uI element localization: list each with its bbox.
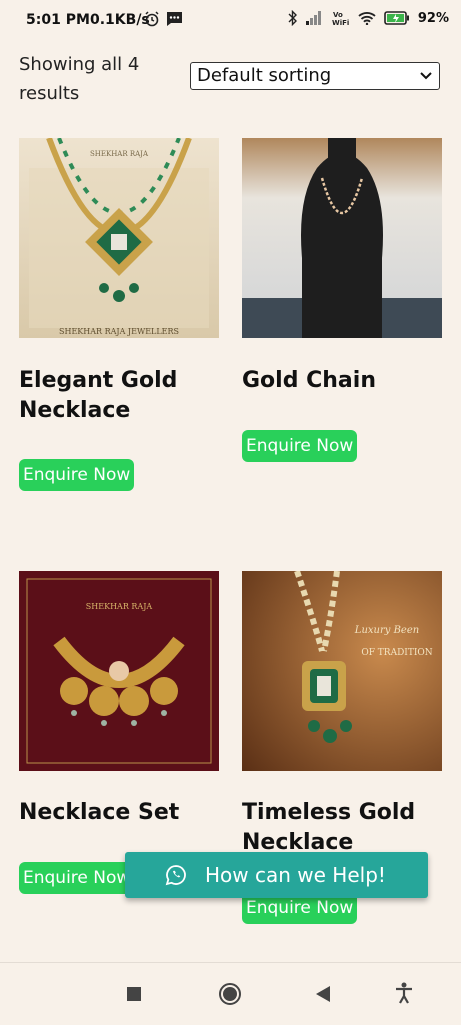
- image-caption: OF TRADITION: [361, 648, 432, 658]
- enquire-now-button[interactable]: Enquire Now: [242, 430, 358, 462]
- whatsapp-icon: [165, 865, 186, 886]
- battery-icon: [384, 11, 409, 25]
- whatsapp-label: How can we Help!: [205, 863, 386, 887]
- signal-icon: [305, 11, 321, 25]
- product-title[interactable]: Elegant Gold Necklace: [19, 366, 219, 426]
- product-image-timeless-gold-necklace[interactable]: Luxury Been OF TRADITION: [242, 571, 442, 771]
- product-title[interactable]: Gold Chain: [242, 366, 442, 396]
- svg-text:WiFi: WiFi: [332, 19, 349, 26]
- product-image-elegant-gold-necklace[interactable]: SHEKHAR RAJA SHEKHAR RAJA JEWELLERS: [19, 138, 219, 338]
- bluetooth-icon: [288, 10, 297, 26]
- enquire-now-button[interactable]: Enquire Now: [19, 862, 135, 894]
- svg-text:Vo: Vo: [333, 11, 343, 19]
- alarm-icon: [145, 11, 159, 27]
- sort-selected-value: Default sorting: [197, 65, 332, 86]
- image-script-text: Luxury Been: [354, 625, 419, 636]
- product-title[interactable]: Timeless Gold Necklace: [242, 798, 442, 858]
- product-image-necklace-set[interactable]: SHEKHAR RAJA: [19, 571, 219, 771]
- battery-level: 92: [417, 10, 436, 26]
- wifi-icon: [358, 12, 376, 25]
- brand-text: SHEKHAR RAJA: [90, 150, 149, 158]
- status-network-speed: 0.1KB/s: [90, 12, 150, 28]
- image-caption: SHEKHAR RAJA JEWELLERS: [59, 327, 179, 336]
- whatsapp-help-button[interactable]: How can we Help!: [125, 852, 428, 898]
- recents-square-icon[interactable]: [126, 986, 142, 1002]
- status-time: 5:01 PM: [26, 12, 90, 28]
- sort-select[interactable]: Default sorting: [190, 62, 440, 90]
- product-title[interactable]: Necklace Set: [19, 798, 219, 828]
- chevron-down-icon: [420, 72, 432, 80]
- message-icon: [167, 12, 182, 26]
- system-nav-bar: [0, 962, 461, 1025]
- status-bar: 5:01 PM 0.1KB/s Vo WiFi 92%: [0, 0, 461, 38]
- results-count: Showing all 4 results: [19, 54, 140, 104]
- brand-text: SHEKHAR RAJA: [86, 602, 153, 611]
- home-circle-icon[interactable]: [218, 982, 242, 1006]
- product-image-gold-chain[interactable]: [242, 138, 442, 338]
- accessibility-icon[interactable]: [394, 982, 414, 1004]
- vowifi-icon: VoWiFi: [332, 11, 349, 26]
- enquire-now-button[interactable]: Enquire Now: [19, 459, 135, 491]
- back-triangle-icon[interactable]: [315, 985, 331, 1003]
